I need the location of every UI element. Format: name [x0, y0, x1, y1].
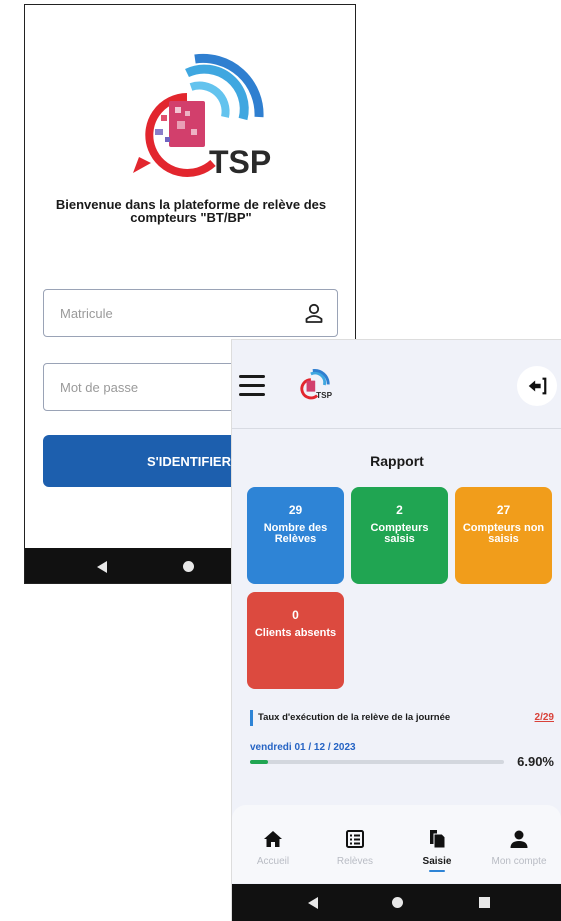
execution-rate-count[interactable]: 2/29 [535, 712, 554, 723]
stat-card-non-saisis[interactable]: 27 Compteurs non saisis [455, 487, 552, 584]
tsp-logo-small-text: TSP [316, 391, 332, 400]
menu-icon[interactable] [239, 375, 265, 397]
stat-label: Clients absents [254, 627, 337, 639]
execution-date: vendredi 01 / 12 / 2023 [250, 742, 356, 753]
nav-releves[interactable]: Relèves [314, 805, 396, 883]
nav-label: Relèves [336, 856, 374, 867]
stat-value: 0 [292, 608, 299, 622]
stat-label: Compteurs saisis [370, 522, 429, 545]
stat-value: 2 [396, 503, 403, 517]
execution-progress-fill [250, 760, 268, 764]
system-nav-bar [232, 884, 561, 921]
nav-label: Saisie [422, 856, 452, 867]
home-circle-icon[interactable] [392, 897, 403, 908]
stat-label: Nombre des Relèves [263, 522, 328, 545]
execution-progress-bar [250, 760, 504, 764]
list-icon [346, 830, 364, 848]
welcome-text: Bienvenue dans la plateforme de relève d… [55, 197, 327, 225]
nav-mon-compte[interactable]: Mon compte [478, 805, 560, 883]
recent-apps-icon[interactable] [479, 897, 490, 908]
username-input[interactable] [44, 290, 337, 336]
stat-value: 29 [288, 503, 303, 517]
execution-rate-label: Taux d'exécution de la relève de la jour… [258, 712, 451, 723]
header-divider [232, 428, 561, 429]
nav-accueil[interactable]: Accueil [232, 805, 314, 883]
dashboard-screen: TSP Rapport 29 Nombre des Relèves 2 Comp… [231, 339, 561, 921]
tsp-logo-text: TSP [209, 144, 271, 180]
document-icon [430, 830, 446, 849]
tsp-logo: TSP [133, 53, 271, 180]
user-icon [305, 303, 323, 323]
stat-card-absents[interactable]: 0 Clients absents [247, 592, 344, 689]
home-circle-icon[interactable] [183, 561, 194, 572]
home-icon [264, 831, 282, 847]
execution-percent: 6.90% [517, 754, 554, 769]
nav-label: Accueil [256, 856, 290, 867]
stat-card-releves[interactable]: 29 Nombre des Relèves [247, 487, 344, 584]
back-icon[interactable] [308, 897, 318, 909]
logout-button[interactable] [517, 366, 557, 406]
nav-saisie[interactable]: Saisie [396, 805, 478, 883]
person-icon [510, 830, 528, 848]
tsp-logo-small: TSP [300, 369, 332, 400]
active-indicator [429, 870, 445, 872]
stat-label: Compteurs non saisis [462, 522, 545, 545]
username-field[interactable] [43, 289, 338, 337]
stat-value: 27 [496, 503, 511, 517]
report-title: Rapport [370, 453, 424, 469]
stat-card-saisis[interactable]: 2 Compteurs saisis [351, 487, 448, 584]
logout-icon [528, 377, 547, 395]
back-icon[interactable] [97, 561, 107, 573]
bottom-nav: Accueil Relèves Saisie Mon compte [232, 805, 561, 883]
section-accent [250, 710, 253, 726]
nav-label: Mon compte [491, 856, 547, 867]
